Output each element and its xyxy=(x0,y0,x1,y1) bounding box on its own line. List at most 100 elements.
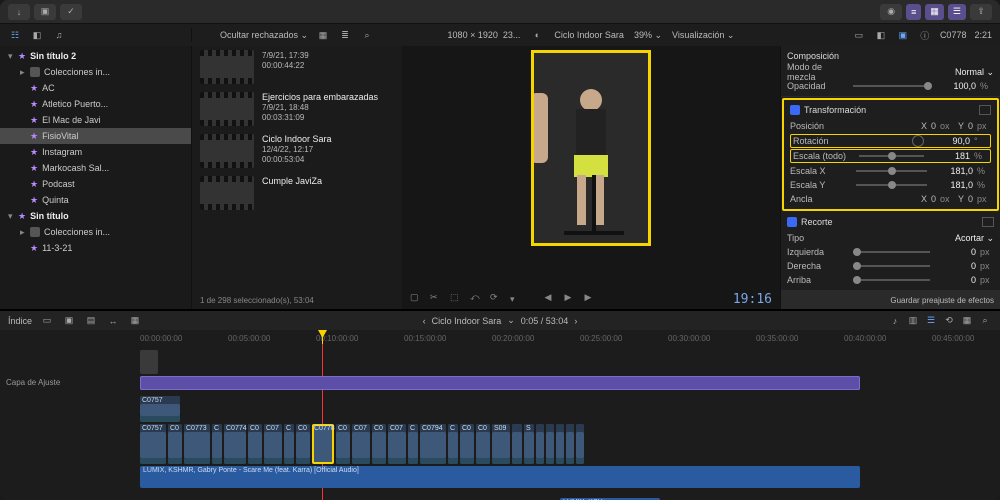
timeline-ruler[interactable]: 00:00:00:0000:05:00:0000:10:00:0000:15:0… xyxy=(0,334,1000,348)
scale-y-slider[interactable] xyxy=(856,179,927,191)
crop-toggle[interactable] xyxy=(787,217,797,227)
next-frame-button[interactable]: ▶ xyxy=(585,292,599,306)
crop-type-select[interactable]: Acortar ⌄ xyxy=(952,233,994,244)
titles-tab-icon[interactable]: ♫ xyxy=(52,28,66,42)
prev-frame-button[interactable]: ◀ xyxy=(545,292,559,306)
timeline-view-icon[interactable]: ▦ xyxy=(960,314,974,328)
timeline-tool-icon[interactable]: ▣ xyxy=(62,314,76,328)
timeline-tool-icon[interactable]: ▦ xyxy=(128,314,142,328)
adjustment-layer-clip[interactable] xyxy=(140,376,860,390)
timeline-clip[interactable]: C0 xyxy=(372,424,386,464)
timeline-clip[interactable]: C0778 xyxy=(312,424,334,464)
opacity-value[interactable]: 100,0 xyxy=(934,81,976,91)
viewer-zoom[interactable]: 39% ⌄ xyxy=(634,30,662,41)
timeline-view-icon[interactable]: ♪ xyxy=(888,314,902,328)
transform-tool-icon[interactable]: ▢ xyxy=(410,292,424,306)
sidebar-item[interactable]: ▾★Sin título 2 xyxy=(0,48,191,64)
filter-menu[interactable]: Ocultar rechazados ⌄ xyxy=(220,30,308,41)
chevron-down-icon[interactable]: ⌄ xyxy=(507,315,515,326)
browser-clip-row[interactable]: Ciclo Indoor Sara12/4/22, 12:1700:00:53:… xyxy=(192,130,402,172)
av-output-button[interactable]: ◉ xyxy=(880,4,902,20)
crop-tool-icon[interactable]: ✂ xyxy=(430,292,444,306)
reset-button[interactable] xyxy=(979,105,991,115)
scale-value[interactable]: 181 xyxy=(928,151,970,161)
scale-x-value[interactable]: 181,0 xyxy=(931,166,973,176)
project-name[interactable]: Ciclo Indoor Sara xyxy=(432,316,502,326)
scale-slider[interactable] xyxy=(859,150,924,162)
timeline-tool-icon[interactable]: ↔ xyxy=(106,314,120,328)
timeline-clip[interactable]: C0757 xyxy=(140,424,166,464)
timeline-clip[interactable] xyxy=(512,424,522,464)
inspector-video-icon[interactable]: ▭ xyxy=(852,28,866,42)
timeline-clip[interactable]: C xyxy=(408,424,418,464)
timeline-clip[interactable]: C xyxy=(212,424,222,464)
browser-clip-row[interactable]: Cumple JaviZa xyxy=(192,172,402,214)
photos-tab-icon[interactable]: ◧ xyxy=(30,28,44,42)
blend-mode-select[interactable]: Normal ⌄ xyxy=(952,67,994,78)
sidebar-item[interactable]: ★Podcast xyxy=(0,176,191,192)
timeline-tool-icon[interactable]: ▭ xyxy=(40,314,54,328)
search-icon[interactable]: ⌕ xyxy=(360,28,374,42)
timeline-clip[interactable]: C0 xyxy=(296,424,310,464)
connected-clip[interactable]: C0757 xyxy=(140,396,180,422)
browser-clip-row[interactable]: Ejercicios para embarazadas7/9/21, 18:48… xyxy=(192,88,402,130)
clip-view-grid-icon[interactable]: ▦ xyxy=(316,28,330,42)
timeline-view-icon[interactable]: ⟲ xyxy=(942,314,956,328)
viewer-canvas[interactable] xyxy=(531,50,651,246)
timeline-clip[interactable]: C0 xyxy=(248,424,262,464)
timeline-clip[interactable]: C0 xyxy=(336,424,350,464)
timeline-clip[interactable]: C0 xyxy=(476,424,490,464)
timeline-clip[interactable]: C0774 xyxy=(224,424,246,464)
gauge-icon[interactable]: ◐ xyxy=(530,28,544,42)
workspace-button-1[interactable]: ≡ xyxy=(906,4,921,20)
crop-left-slider[interactable] xyxy=(853,246,930,258)
clip-thumbnail[interactable] xyxy=(200,92,254,126)
sidebar-item[interactable]: ▸Colecciones in... xyxy=(0,64,191,80)
inspector-info-icon[interactable]: ⓘ xyxy=(918,28,932,42)
import-button[interactable]: ↓ xyxy=(8,4,30,20)
sidebar-item[interactable]: ▸Colecciones in... xyxy=(0,224,191,240)
sidebar-item[interactable]: ★Markocash Sal... xyxy=(0,160,191,176)
crop-left-value[interactable]: 0 xyxy=(934,247,976,257)
timeline-clip[interactable]: C xyxy=(284,424,294,464)
sidebar-item[interactable]: ★El Mac de Javi xyxy=(0,112,191,128)
scale-x-slider[interactable] xyxy=(856,165,927,177)
timeline[interactable]: 00:00:00:0000:05:00:0000:10:00:0000:15:0… xyxy=(0,330,1000,500)
timeline-clip[interactable] xyxy=(536,424,544,464)
crop-right-value[interactable]: 0 xyxy=(934,261,976,271)
timeline-clip[interactable]: C07 xyxy=(352,424,370,464)
rewind-icon[interactable]: ⤺ xyxy=(470,292,484,306)
sidebar-item[interactable]: ★Atletico Puerto... xyxy=(0,96,191,112)
transform-toggle[interactable] xyxy=(790,105,800,115)
timeline-clip[interactable]: C07 xyxy=(388,424,406,464)
crop-top-slider[interactable] xyxy=(853,274,930,286)
sidebar-item[interactable]: ★Instagram xyxy=(0,144,191,160)
workspace-button-2[interactable]: ▦ xyxy=(925,4,944,20)
timeline-clip[interactable] xyxy=(556,424,564,464)
timeline-clip[interactable]: S09 xyxy=(492,424,510,464)
clip-view-list-icon[interactable]: ≣ xyxy=(338,28,352,42)
pos-y-value[interactable]: 0 xyxy=(968,121,973,131)
primary-storyline[interactable]: C0757C0C0773CC0774C0C07CC0C0778C0C07C0C0… xyxy=(140,424,1000,464)
inspector-audio-icon[interactable]: ▣ xyxy=(896,28,910,42)
sidebar-item[interactable]: ★FisioVital xyxy=(0,128,191,144)
index-button[interactable]: Índice xyxy=(8,316,32,326)
share-button[interactable]: ⇪ xyxy=(970,4,992,20)
timeline-clip[interactable] xyxy=(576,424,584,464)
timeline-tool-icon[interactable]: ▤ xyxy=(84,314,98,328)
keyword-button[interactable]: ▣ xyxy=(34,4,56,20)
clip-thumbnail[interactable] xyxy=(200,50,254,84)
timeline-clip[interactable]: S xyxy=(524,424,534,464)
timeline-clip[interactable] xyxy=(140,350,158,374)
opacity-slider[interactable] xyxy=(853,80,930,92)
library-tab-icon[interactable]: ☷ xyxy=(8,28,22,42)
workspace-button-3[interactable]: ☰ xyxy=(948,4,966,20)
timeline-clip[interactable]: C0 xyxy=(168,424,182,464)
anchor-y-value[interactable]: 0 xyxy=(968,194,973,204)
audio-clip[interactable]: LUMIX, KSHMR, Gabry Ponte - Scare Me (fe… xyxy=(140,466,860,488)
history-back-icon[interactable]: ‹ xyxy=(423,316,426,326)
rotation-value[interactable]: 90,0 xyxy=(928,136,970,146)
browser-clip-row[interactable]: 7/9/21, 17:3900:00:44:22 xyxy=(192,46,402,88)
inspector-color-icon[interactable]: ◧ xyxy=(874,28,888,42)
timeline-view-icon[interactable]: ⌕ xyxy=(978,314,992,328)
